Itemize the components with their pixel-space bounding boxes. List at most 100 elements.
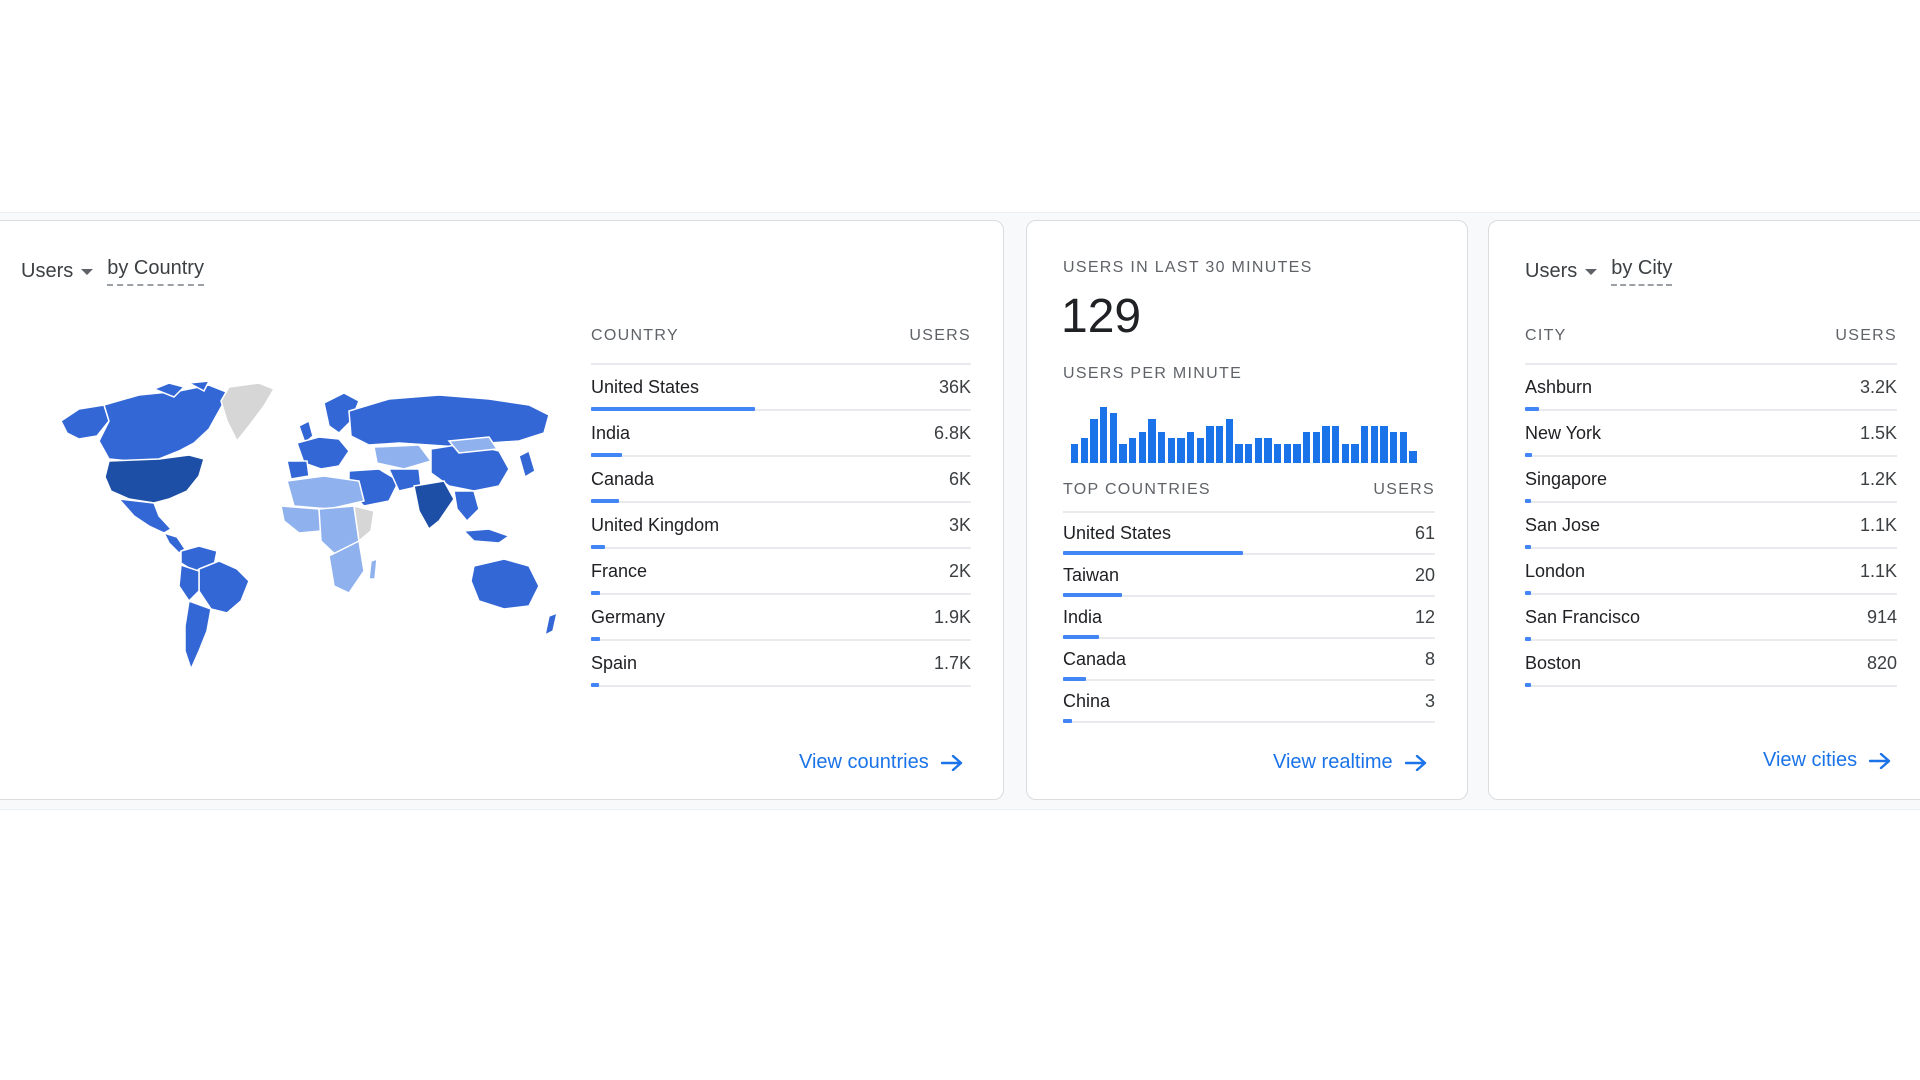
map-region-argentina-chile[interactable] [184, 599, 212, 671]
table-row[interactable]: China 3 [1063, 681, 1435, 723]
per-minute-bar[interactable] [1293, 444, 1301, 463]
dropdown-caret-icon[interactable] [81, 268, 94, 275]
per-minute-bar[interactable] [1216, 426, 1224, 463]
table-row[interactable]: San Jose 1.1K [1525, 503, 1897, 549]
column-header-users[interactable]: USERS [1835, 327, 1897, 345]
arrow-right-icon[interactable] [940, 754, 963, 771]
per-minute-bar[interactable] [1177, 438, 1185, 463]
per-minute-bar[interactable] [1187, 432, 1195, 463]
dropdown-caret-icon[interactable] [1585, 268, 1598, 275]
per-minute-bar[interactable] [1119, 444, 1127, 463]
map-region-north-africa[interactable] [286, 475, 365, 510]
column-header-users[interactable]: USERS [909, 327, 971, 345]
per-minute-bar[interactable] [1370, 426, 1378, 463]
per-minute-bar[interactable] [1380, 426, 1388, 463]
map-region-brazil[interactable] [198, 560, 250, 614]
table-row[interactable]: United States 36K [591, 365, 971, 411]
per-minute-bar[interactable] [1167, 438, 1175, 463]
per-minute-bar[interactable] [1196, 438, 1204, 463]
per-minute-bar[interactable] [1225, 419, 1233, 463]
table-row[interactable]: United States 61 [1063, 513, 1435, 555]
table-row[interactable]: San Francisco 914 [1525, 595, 1897, 641]
table-row[interactable]: India 6.8K [591, 411, 971, 457]
arrow-right-icon[interactable] [1404, 754, 1427, 771]
per-minute-bar[interactable] [1235, 444, 1243, 463]
per-minute-bar[interactable] [1283, 444, 1291, 463]
per-minute-bar[interactable] [1090, 419, 1098, 463]
per-minute-bar[interactable] [1254, 438, 1262, 463]
per-minute-bar[interactable] [1100, 407, 1108, 463]
map-region-usa[interactable] [104, 454, 205, 504]
per-minute-bar[interactable] [1158, 432, 1166, 463]
per-minute-bar[interactable] [1274, 444, 1282, 463]
map-region-peru-bolivia[interactable] [178, 563, 200, 603]
per-minute-bar[interactable] [1071, 444, 1079, 463]
row-value: 820 [1866, 653, 1897, 673]
view-cities-label[interactable]: View cities [1763, 749, 1857, 772]
map-region-greenland[interactable] [220, 382, 276, 443]
map-region-madagascar[interactable] [368, 557, 378, 580]
per-minute-bar[interactable] [1129, 438, 1137, 463]
per-minute-bar[interactable] [1109, 413, 1117, 463]
metric-label[interactable]: Users [21, 260, 73, 283]
map-region-mexico[interactable] [117, 498, 173, 534]
view-countries-link[interactable]: View countries [799, 751, 963, 774]
per-minute-bar[interactable] [1322, 426, 1330, 463]
table-row[interactable]: Ashburn 3.2K [1525, 365, 1897, 411]
table-row[interactable]: India 12 [1063, 597, 1435, 639]
metric-label[interactable]: Users [1525, 260, 1577, 283]
row-name: Boston [1525, 653, 1582, 673]
map-region-indonesia[interactable] [462, 528, 511, 544]
table-row[interactable]: United Kingdom 3K [591, 503, 971, 549]
table-row[interactable]: Boston 820 [1525, 641, 1897, 687]
column-header-country[interactable]: COUNTRY [591, 327, 679, 345]
per-minute-bar[interactable] [1264, 438, 1272, 463]
map-region-new-zealand[interactable] [543, 611, 559, 637]
per-minute-bar[interactable] [1361, 426, 1369, 463]
per-minute-bar[interactable] [1332, 426, 1340, 463]
table-row[interactable]: France 2K [591, 549, 971, 595]
table-row[interactable]: Canada 6K [591, 457, 971, 503]
per-minute-bar[interactable] [1303, 432, 1311, 463]
view-cities-link[interactable]: View cities [1763, 749, 1891, 772]
per-minute-bar[interactable] [1138, 432, 1146, 463]
arrow-right-icon[interactable] [1869, 752, 1891, 769]
view-realtime-label[interactable]: View realtime [1273, 751, 1393, 774]
map-region-canada[interactable] [98, 384, 231, 462]
dimension-label[interactable]: by Country [107, 257, 204, 286]
per-minute-bar[interactable] [1148, 419, 1156, 463]
row-value: 1.2K [1859, 469, 1897, 489]
map-region-west-africa[interactable] [280, 505, 322, 534]
map-region-iberia[interactable] [286, 460, 310, 480]
view-countries-label[interactable]: View countries [799, 751, 929, 774]
view-realtime-link[interactable]: View realtime [1273, 751, 1427, 774]
table-row[interactable]: Spain 1.7K [591, 641, 971, 687]
table-row[interactable]: London 1.1K [1525, 549, 1897, 595]
per-minute-bar[interactable] [1409, 451, 1417, 463]
map-region-india[interactable] [413, 480, 455, 531]
per-minute-bar[interactable] [1390, 432, 1398, 463]
map-region-kazakhstan[interactable] [373, 444, 433, 470]
map-region-australia[interactable] [470, 558, 540, 610]
table-row[interactable]: Germany 1.9K [591, 595, 971, 641]
row-share-bar [1525, 683, 1531, 687]
table-row[interactable]: Singapore 1.2K [1525, 457, 1897, 503]
column-header-city[interactable]: CITY [1525, 327, 1567, 345]
per-minute-bar[interactable] [1341, 444, 1349, 463]
per-minute-bar[interactable] [1206, 426, 1214, 463]
dimension-label[interactable]: by City [1611, 257, 1673, 286]
metric-selector[interactable]: Users by Country [21, 257, 204, 286]
city-rows: Ashburn 3.2K New York 1.5K Singapore 1.2K San … [1525, 365, 1897, 687]
per-minute-bar[interactable] [1080, 438, 1088, 463]
per-minute-bar[interactable] [1351, 444, 1359, 463]
per-minute-bar[interactable] [1312, 432, 1320, 463]
map-region-japan[interactable] [518, 449, 536, 479]
per-minute-bar[interactable] [1245, 444, 1253, 463]
per-minute-bar[interactable] [1399, 432, 1407, 463]
table-row[interactable]: New York 1.5K [1525, 411, 1897, 457]
table-row[interactable]: Taiwan 20 [1063, 555, 1435, 597]
metric-selector[interactable]: Users by City [1525, 257, 1673, 286]
table-row[interactable]: Canada 8 [1063, 639, 1435, 681]
map-region-russia[interactable] [348, 394, 550, 448]
map-region-southeast-asia[interactable] [453, 490, 480, 523]
